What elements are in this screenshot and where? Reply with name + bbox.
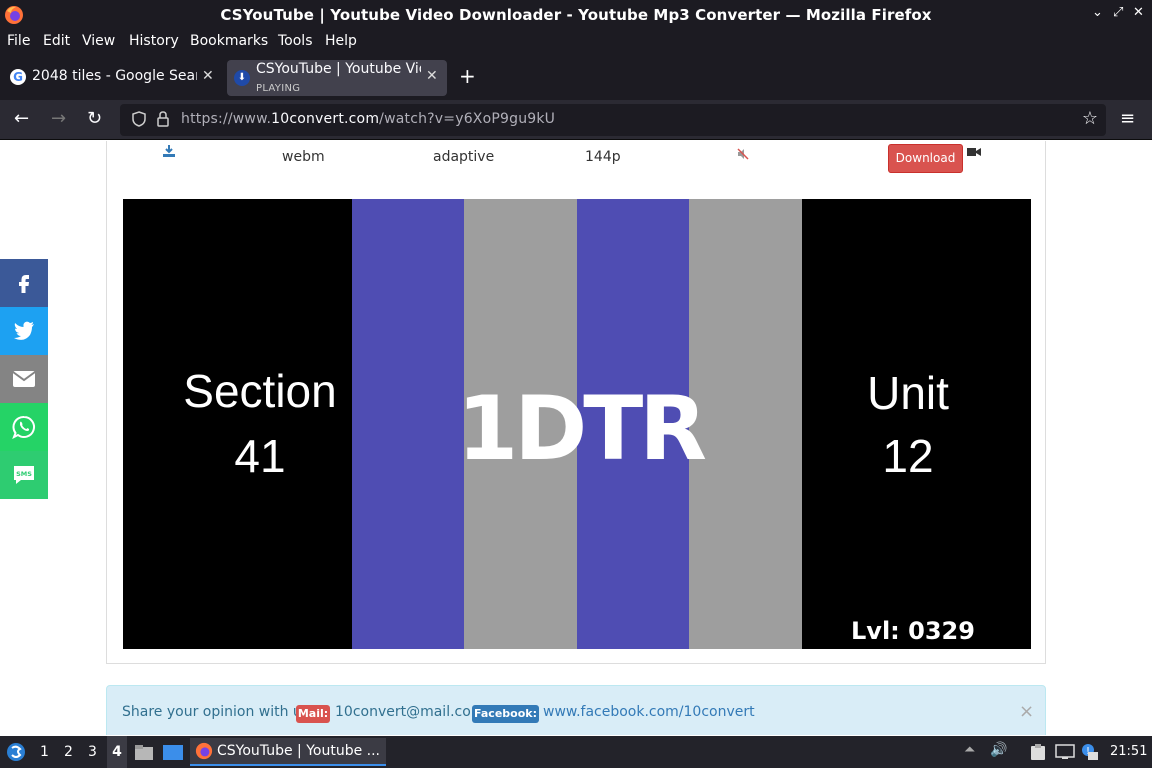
muted-audio-icon: [737, 148, 749, 160]
tab-playing-label: PLAYING: [256, 83, 301, 94]
lock-icon: [157, 111, 169, 127]
whatsapp-share-button[interactable]: [0, 403, 48, 451]
back-icon[interactable]: ←: [14, 108, 29, 129]
taskbar: 1 2 3 4 CSYouTube | Youtube ... ⏶ 🔊 ! 21…: [0, 736, 1152, 768]
video-logo: 1DTR: [457, 377, 707, 480]
workspace-3[interactable]: 3: [88, 744, 97, 760]
video-black-left: [123, 199, 352, 649]
video-black-right: [802, 199, 1031, 649]
hamburger-menu-icon[interactable]: ≡: [1120, 108, 1135, 129]
whatsapp-icon: [12, 416, 35, 439]
feedback-alert: Share your opinion with us! Mail: 10conv…: [106, 685, 1046, 735]
forward-icon[interactable]: →: [51, 108, 66, 129]
notification-icon[interactable]: !: [1080, 742, 1100, 762]
video-gray-bar: [689, 199, 802, 649]
workspace-1[interactable]: 1: [40, 744, 49, 760]
close-tab-icon[interactable]: ✕: [202, 68, 214, 84]
window-titlebar: CSYouTube | Youtube Video Downloader - Y…: [0, 0, 1152, 30]
close-tab-icon[interactable]: ✕: [426, 68, 438, 84]
email-icon: [12, 371, 36, 387]
twitter-icon: [14, 321, 34, 340]
menu-file[interactable]: File: [7, 33, 30, 49]
csyoutube-icon: ⬇: [234, 70, 250, 86]
format-cell: webm: [282, 149, 325, 165]
sms-icon: SMS: [14, 466, 34, 484]
google-icon: G: [10, 69, 26, 85]
video-player[interactable]: Section 41 1DTR Unit 12 Lvl: 0329: [123, 199, 1031, 649]
twitter-share-button[interactable]: [0, 307, 48, 355]
tab-google-search[interactable]: G 2048 tiles - Google Search ✕: [0, 60, 222, 96]
tab-bar: G 2048 tiles - Google Search ✕ ⬇ CSYouTu…: [0, 54, 1152, 100]
facebook-share-button[interactable]: [0, 259, 48, 307]
unit-label: Unit: [867, 367, 949, 419]
clipboard-icon[interactable]: [1030, 743, 1046, 761]
url-text[interactable]: https://www.10convert.com/watch?v=y6XoP9…: [181, 111, 555, 127]
facebook-link[interactable]: www.facebook.com/10convert: [543, 704, 755, 720]
reload-icon[interactable]: ↻: [87, 108, 102, 129]
mail-label: Mail:: [296, 705, 330, 723]
tab-csyoutube[interactable]: ⬇ CSYouTube | Youtube Video Downloader P…: [227, 60, 447, 96]
shield-icon: [132, 111, 146, 127]
facebook-icon: [19, 275, 29, 293]
close-icon[interactable]: ✕: [1133, 5, 1144, 20]
page-content: webm adaptive 144p Download Section 41 1…: [0, 141, 1152, 735]
menu-bar: File Edit View History Bookmarks Tools H…: [0, 30, 1152, 54]
taskbar-firefox-app[interactable]: CSYouTube | Youtube ...: [190, 738, 386, 766]
minimize-icon[interactable]: ⌄: [1092, 5, 1103, 20]
menu-help[interactable]: Help: [325, 33, 357, 49]
clock: 21:51: [1110, 744, 1148, 759]
bookmark-star-icon[interactable]: ☆: [1082, 108, 1098, 129]
navigation-bar: ← → ↻ https://www.10convert.com/watch?v=…: [0, 100, 1152, 140]
section-label: Section: [183, 365, 337, 417]
section-number: 41: [234, 430, 286, 482]
firefox-icon: [195, 742, 213, 760]
menu-edit[interactable]: Edit: [43, 33, 70, 49]
new-tab-icon[interactable]: +: [459, 64, 476, 88]
menu-view[interactable]: View: [82, 33, 115, 49]
start-menu-icon[interactable]: [6, 742, 26, 762]
window-title: CSYouTube | Youtube Video Downloader - Y…: [220, 6, 932, 24]
url-bar[interactable]: https://www.10convert.com/watch?v=y6XoP9…: [120, 104, 1106, 136]
video-blue-bar: [352, 199, 464, 649]
taskbar-app-title: CSYouTube | Youtube ...: [217, 743, 381, 759]
type-cell: adaptive: [433, 149, 495, 165]
facebook-label: Facebook:: [472, 705, 539, 723]
workspace-4[interactable]: 4: [107, 736, 127, 768]
network-icon[interactable]: [1055, 744, 1075, 760]
volume-icon[interactable]: 🔊: [990, 742, 1007, 758]
mail-address: 10convert@mail.com: [335, 704, 485, 720]
sms-share-button[interactable]: SMS: [0, 451, 48, 499]
unit-number: 12: [882, 430, 934, 482]
feedback-text: Share your opinion with us!: [122, 704, 315, 720]
tab-title: 2048 tiles - Google Search: [32, 68, 197, 84]
tray-arrow-icon[interactable]: ⏶: [964, 742, 975, 758]
download-button[interactable]: Download: [888, 144, 963, 173]
menu-history[interactable]: History: [129, 33, 179, 49]
workspace-2[interactable]: 2: [64, 744, 73, 760]
close-icon[interactable]: ×: [1019, 701, 1034, 722]
quality-cell: 144p: [585, 149, 621, 165]
maximize-icon[interactable]: ⤢: [1113, 5, 1123, 20]
svg-text:SMS: SMS: [16, 470, 32, 478]
download-card: webm adaptive 144p Download Section 41 1…: [106, 141, 1046, 664]
email-share-button[interactable]: [0, 355, 48, 403]
file-manager-icon[interactable]: [134, 744, 154, 761]
tab-title: CSYouTube | Youtube Video Downloader: [256, 61, 421, 77]
download-icon[interactable]: [162, 144, 176, 158]
download-row: webm adaptive 144p Download: [107, 141, 1047, 179]
menu-bookmarks[interactable]: Bookmarks: [190, 33, 268, 49]
video-camera-icon: [967, 148, 981, 156]
menu-tools[interactable]: Tools: [278, 33, 313, 49]
desktop-icon[interactable]: [162, 744, 184, 761]
level-label: Lvl: 0329: [851, 617, 975, 645]
